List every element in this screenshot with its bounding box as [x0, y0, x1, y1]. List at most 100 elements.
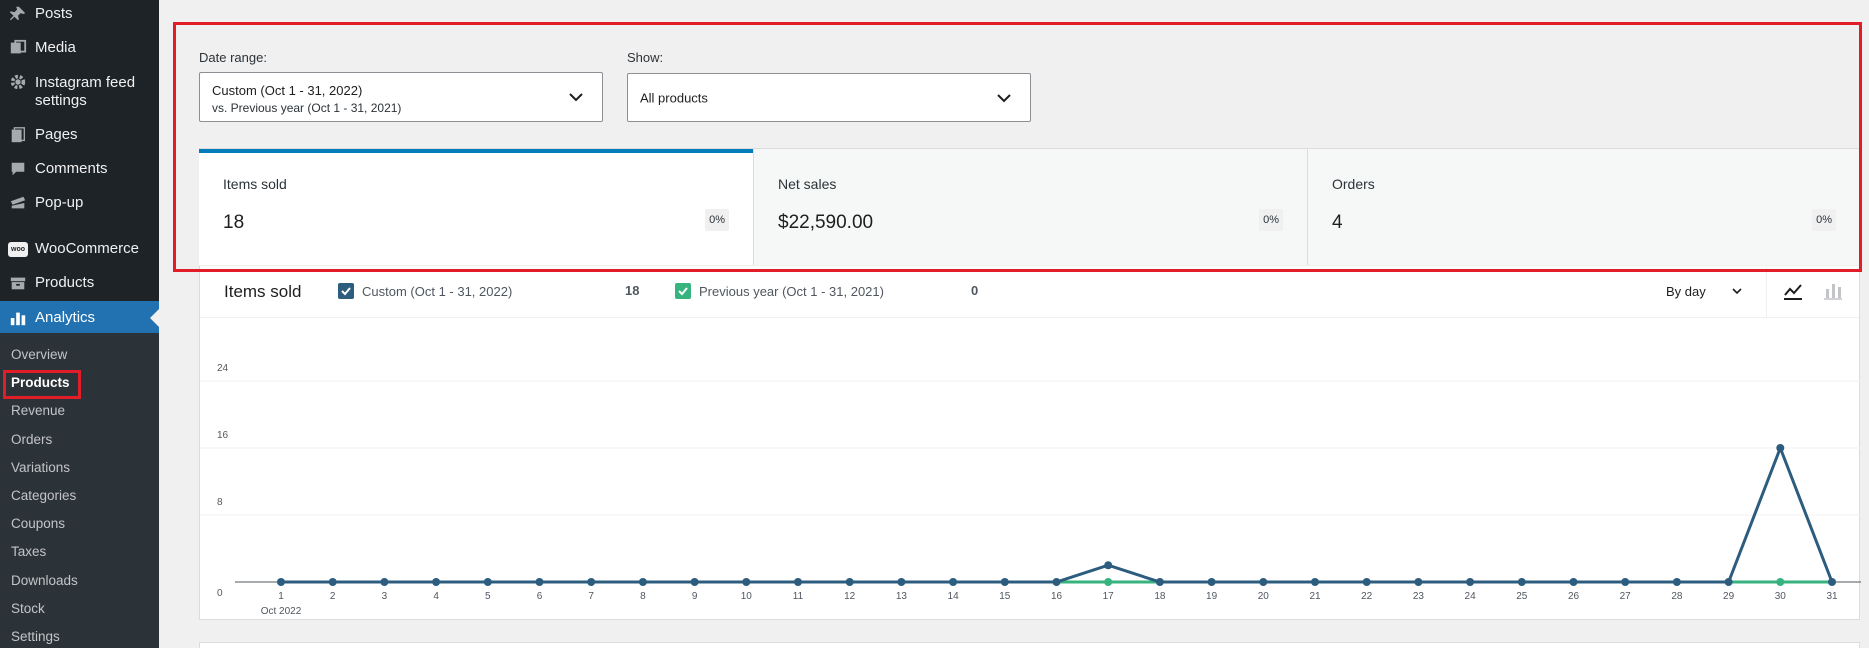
active-indicator-arrow [150, 308, 159, 327]
data-point-primary[interactable] [897, 578, 906, 586]
x-tick-label: 21 [1309, 591, 1321, 602]
data-point-primary[interactable] [1104, 561, 1113, 570]
media-icon [8, 38, 28, 58]
sidebar-item-posts[interactable]: Posts [0, 0, 159, 28]
x-tick-label: 5 [485, 591, 491, 602]
data-point-primary[interactable] [794, 578, 802, 586]
x-tick-label: 29 [1723, 591, 1735, 602]
x-axis-month-label: Oct 2022 [261, 606, 302, 617]
sidebar-item-products[interactable]: Products [0, 269, 159, 297]
data-point-primary[interactable] [1517, 578, 1526, 586]
submenu-item-categories[interactable]: Categories [11, 487, 76, 505]
data-point-primary[interactable] [949, 578, 958, 586]
x-tick-label: 27 [1620, 591, 1632, 602]
legend-item-primary[interactable]: Custom (Oct 1 - 31, 2022) [338, 283, 512, 299]
x-tick-label: 20 [1258, 591, 1270, 602]
submenu-item-orders[interactable]: Orders [11, 431, 52, 449]
data-point-primary[interactable] [1311, 578, 1319, 586]
x-tick-label: 17 [1103, 591, 1115, 602]
submenu-item-settings[interactable]: Settings [11, 628, 60, 646]
data-point-primary[interactable] [587, 578, 596, 586]
data-point-primary[interactable] [1828, 578, 1836, 586]
data-point-primary[interactable] [1672, 578, 1681, 586]
sidebar-item-comments[interactable]: Comments [0, 155, 159, 183]
x-tick-label: 11 [793, 591, 804, 602]
data-point-primary[interactable] [1259, 578, 1268, 586]
legend-primary-total: 18 [625, 283, 640, 298]
submenu-item-taxes[interactable]: Taxes [11, 543, 46, 561]
data-point-primary[interactable] [1155, 578, 1164, 586]
data-point-primary[interactable] [277, 578, 285, 586]
x-tick-label: 14 [948, 591, 960, 602]
data-point-primary[interactable] [1414, 578, 1423, 586]
legend-item-secondary[interactable]: Previous year (Oct 1 - 31, 2021) [675, 283, 884, 299]
x-tick-label: 1 [278, 591, 284, 602]
interval-select[interactable]: By day [1666, 284, 1706, 299]
y-tick-label: 16 [217, 430, 229, 441]
header-divider [1766, 266, 1767, 318]
data-point-primary[interactable] [845, 578, 854, 586]
data-point-primary[interactable] [1207, 578, 1216, 586]
submenu-item-variations[interactable]: Variations [11, 459, 70, 477]
x-tick-label: 12 [844, 591, 856, 602]
data-point-primary[interactable] [1000, 578, 1009, 586]
chart-header: Items sold Custom (Oct 1 - 31, 2022) 18 … [200, 266, 1859, 318]
sidebar-item-instagram-feed-settings[interactable]: Instagram feed settings [0, 68, 159, 112]
data-point-primary[interactable] [1362, 578, 1371, 586]
x-tick-label: 7 [588, 591, 594, 602]
sidebar-item-woocommerce[interactable]: woo WooCommerce [0, 235, 159, 263]
pages-icon [8, 125, 28, 145]
bar-chart-icon[interactable] [1821, 279, 1845, 303]
data-point-primary[interactable] [690, 578, 699, 586]
gear-icon [8, 72, 28, 92]
data-point-primary[interactable] [742, 578, 751, 586]
sidebar-item-analytics[interactable]: Analytics [0, 301, 159, 334]
legend-secondary-label: Previous year (Oct 1 - 31, 2021) [699, 283, 884, 299]
admin-sidebar: Posts Media Instagram feed settings Page… [0, 0, 159, 648]
x-tick-label: 26 [1568, 591, 1580, 602]
submenu-item-revenue[interactable]: Revenue [11, 402, 65, 420]
data-point-primary[interactable] [483, 578, 492, 586]
x-tick-label: 2 [330, 591, 336, 602]
data-point-primary[interactable] [1569, 578, 1578, 586]
x-tick-label: 25 [1516, 591, 1528, 602]
data-point-primary[interactable] [638, 578, 647, 586]
sidebar-item-pages[interactable]: Pages [0, 121, 159, 149]
x-tick-label: 23 [1413, 591, 1425, 602]
chevron-down-icon[interactable] [1731, 285, 1743, 297]
submenu-item-downloads[interactable]: Downloads [11, 572, 78, 590]
woo-icon: woo [8, 239, 28, 259]
sidebar-item-pop-up[interactable]: Pop-up [0, 189, 159, 217]
data-point-secondary[interactable] [1104, 578, 1113, 586]
submenu-item-overview[interactable]: Overview [11, 346, 67, 364]
x-tick-label: 16 [1051, 591, 1063, 602]
submenu-item-coupons[interactable]: Coupons [11, 515, 65, 533]
chart-title: Items sold [224, 282, 302, 301]
chart-panel: Items sold Custom (Oct 1 - 31, 2022) 18 … [199, 266, 1861, 620]
x-tick-label: 6 [537, 591, 543, 602]
data-point-primary[interactable] [432, 578, 441, 586]
pin-icon [8, 4, 28, 24]
submenu-item-stock[interactable]: Stock [11, 600, 45, 618]
checkbox-checked-icon [338, 283, 354, 299]
data-point-primary[interactable] [1052, 578, 1061, 586]
x-tick-label: 15 [999, 591, 1011, 602]
data-point-secondary[interactable] [1776, 578, 1785, 586]
next-panel-edge [199, 642, 1860, 648]
x-tick-label: 31 [1826, 591, 1838, 602]
x-tick-label: 22 [1361, 591, 1373, 602]
x-tick-label: 13 [896, 591, 908, 602]
sidebar-item-media[interactable]: Media [0, 34, 159, 62]
data-point-primary[interactable] [1776, 444, 1785, 452]
data-point-primary[interactable] [1621, 578, 1630, 586]
data-point-primary[interactable] [328, 578, 337, 586]
x-tick-label: 10 [741, 591, 753, 602]
line-chart-icon[interactable] [1781, 279, 1805, 303]
x-tick-label: 9 [692, 591, 698, 602]
data-point-primary[interactable] [535, 578, 544, 586]
products-highlight-box [3, 370, 81, 399]
data-point-primary[interactable] [380, 578, 389, 586]
data-point-primary[interactable] [1466, 578, 1475, 586]
data-point-primary[interactable] [1724, 578, 1733, 586]
x-tick-label: 30 [1775, 591, 1787, 602]
